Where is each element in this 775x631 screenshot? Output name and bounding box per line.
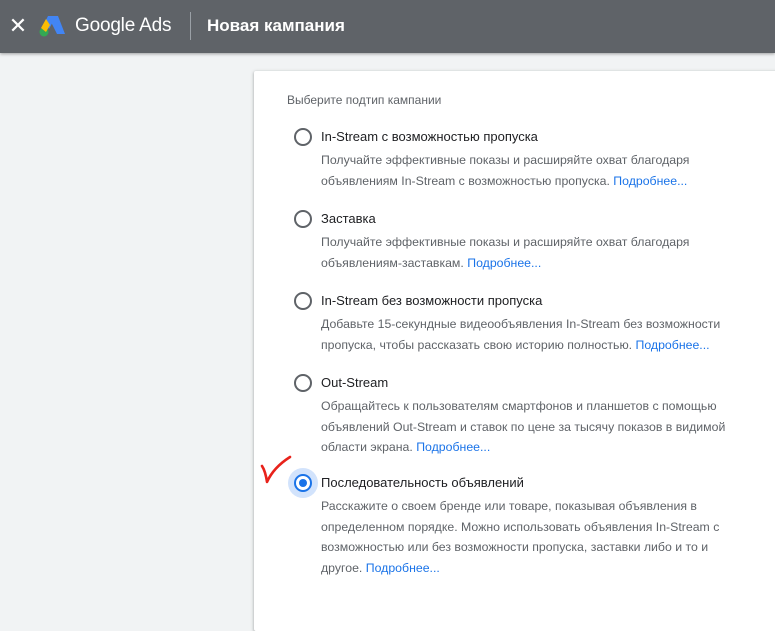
option-title[interactable]: Последовательность объявлений [321, 474, 524, 492]
desc-line: Расскажите о своем бренде или товаре, по… [321, 499, 697, 513]
desc-line: возможностью или без возможности пропуск… [321, 540, 709, 554]
desc-line: области экрана. [321, 440, 413, 454]
section-label: Выберите подтип кампании [287, 93, 442, 107]
radio-button[interactable] [288, 286, 318, 316]
desc-line: пропуска, чтобы рассказать свою историю … [321, 337, 633, 352]
option-title[interactable]: In-Stream без возможности пропуска [321, 292, 542, 310]
desc-line: объявлений Out-Stream и ставок по цене з… [321, 419, 726, 434]
option-title[interactable]: Заставка [321, 210, 376, 228]
desc-line: Обращайтесь к пользователям смартфонов и… [321, 399, 717, 413]
option-description: Получайте эффективные показы и расширяйт… [321, 232, 731, 273]
desc-line: объявлениям-заставкам. [321, 255, 464, 270]
red-checkmark-icon [260, 455, 292, 484]
header-divider [190, 12, 191, 40]
option-description: Обращайтесь к пользователям смартфонов и… [321, 396, 731, 458]
desc-line: Получайте эффективные показы и расширяйт… [321, 153, 690, 167]
radio-button[interactable] [288, 122, 318, 152]
close-icon[interactable]: ✕ [7, 14, 29, 38]
learn-more-link[interactable]: Подробнее... [467, 256, 541, 270]
desc-line: Получайте эффективные показы и расширяйт… [321, 235, 690, 249]
radio-button[interactable] [288, 368, 318, 398]
radio-selected-icon [294, 474, 312, 492]
radio-icon [294, 128, 312, 146]
learn-more-link[interactable]: Подробнее... [366, 561, 440, 575]
desc-line: определенном порядке. Можно использовать… [321, 519, 720, 534]
desc-line: другое. [321, 560, 363, 575]
option-title[interactable]: Out-Stream [321, 374, 388, 392]
option-description: Добавьте 15-секундные видеообъявления In… [321, 314, 731, 355]
option-description: Расскажите о своем бренде или товаре, по… [321, 496, 731, 578]
desc-line: объявлениям In-Stream с возможностью про… [321, 173, 610, 188]
desc-line: Добавьте 15-секундные видеообъявления In… [321, 317, 721, 331]
radio-icon [294, 374, 312, 392]
campaign-subtype-card: Выберите подтип кампании In-Stream с воз… [254, 71, 775, 631]
app-header: ✕ Google Ads Новая кампания [0, 0, 775, 53]
learn-more-link[interactable]: Подробнее... [416, 440, 490, 454]
radio-button[interactable] [288, 204, 318, 234]
option-title[interactable]: In-Stream с возможностью пропуска [321, 128, 538, 146]
option-description: Получайте эффективные показы и расширяйт… [321, 150, 731, 191]
radio-icon [294, 210, 312, 228]
google-ads-logo-icon [39, 16, 65, 37]
page-title: Новая кампания [207, 16, 345, 35]
learn-more-link[interactable]: Подробнее... [636, 338, 710, 352]
learn-more-link[interactable]: Подробнее... [613, 174, 687, 188]
brand-name: Google Ads [75, 15, 172, 36]
radio-icon [294, 292, 312, 310]
